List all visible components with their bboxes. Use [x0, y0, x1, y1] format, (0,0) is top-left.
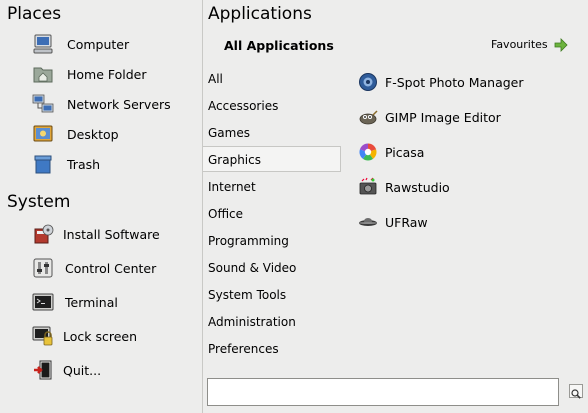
place-item-home-folder[interactable]: Home Folder: [0, 60, 200, 88]
install-software-icon: [34, 224, 54, 244]
lock-screen-icon: [32, 326, 53, 346]
quit-icon: [34, 360, 52, 380]
place-item-network-servers[interactable]: Network Servers: [0, 90, 200, 118]
place-label: Home Folder: [67, 66, 147, 82]
category-programming[interactable]: Programming: [203, 228, 340, 254]
place-label: Desktop: [67, 126, 119, 142]
system-item-lock-screen[interactable]: Lock screen: [0, 322, 200, 350]
left-pane: Places Computer Home Folder Network Serv…: [0, 0, 202, 413]
app-label: F-Spot Photo Manager: [385, 75, 524, 90]
system-label: Lock screen: [63, 328, 138, 344]
network-servers-icon: [32, 94, 54, 113]
picasa-icon: [359, 143, 377, 161]
app-label: GIMP Image Editor: [385, 110, 501, 125]
control-center-icon: [33, 258, 53, 278]
category-accessories[interactable]: Accessories: [203, 93, 340, 119]
app-label: Rawstudio: [385, 180, 450, 195]
app-item-f-spot[interactable]: F-Spot Photo Manager: [358, 70, 583, 96]
category-system-tools[interactable]: System Tools: [203, 282, 340, 308]
place-label: Network Servers: [67, 96, 171, 112]
system-item-install-software[interactable]: Install Software: [0, 220, 200, 248]
category-games[interactable]: Games: [203, 120, 340, 146]
app-item-rawstudio[interactable]: Rawstudio: [358, 175, 583, 201]
terminal-icon: [32, 293, 54, 311]
search-input[interactable]: [207, 378, 559, 406]
place-label: Computer: [67, 36, 130, 52]
place-item-trash[interactable]: Trash: [0, 150, 200, 178]
favourites-link[interactable]: Favourites: [491, 38, 548, 51]
system-label: Control Center: [65, 260, 157, 276]
rawstudio-icon: [359, 177, 377, 195]
ufraw-icon: [359, 218, 377, 226]
app-item-gimp[interactable]: GIMP Image Editor: [358, 105, 583, 131]
category-graphics[interactable]: Graphics: [203, 146, 341, 172]
category-all[interactable]: All: [203, 66, 340, 92]
system-label: Install Software: [63, 226, 160, 242]
desktop-icon: [33, 125, 53, 142]
system-title: System: [7, 192, 71, 212]
category-sound-video[interactable]: Sound & Video: [203, 255, 340, 281]
app-label: UFRaw: [385, 215, 428, 230]
system-label: Quit...: [63, 362, 102, 378]
category-administration[interactable]: Administration: [203, 309, 340, 335]
system-item-control-center[interactable]: Control Center: [0, 254, 200, 282]
all-applications-label: All Applications: [224, 38, 334, 53]
system-label: Terminal: [65, 294, 118, 310]
computer-icon: [33, 34, 53, 54]
arrow-right-icon[interactable]: [554, 38, 568, 52]
app-item-picasa[interactable]: Picasa: [358, 140, 583, 166]
f-spot-icon: [359, 73, 377, 91]
applications-title: Applications: [208, 4, 312, 24]
search-icon: [571, 389, 581, 399]
app-label: Picasa: [385, 145, 425, 160]
app-item-ufraw[interactable]: UFRaw: [358, 210, 583, 236]
trash-icon: [34, 155, 52, 174]
gimp-icon: [359, 110, 378, 125]
place-item-computer[interactable]: Computer: [0, 30, 200, 58]
system-item-terminal[interactable]: Terminal: [0, 288, 200, 316]
search-button[interactable]: [569, 384, 583, 399]
place-item-desktop[interactable]: Desktop: [0, 120, 200, 148]
places-title: Places: [7, 4, 62, 24]
home-folder-icon: [33, 67, 53, 83]
category-preferences[interactable]: Preferences: [203, 336, 340, 362]
right-pane: Applications All Applications Favourites…: [203, 0, 588, 413]
system-item-quit[interactable]: Quit...: [0, 356, 200, 384]
category-internet[interactable]: Internet: [203, 174, 340, 200]
place-label: Trash: [67, 156, 101, 172]
category-office[interactable]: Office: [203, 201, 340, 227]
